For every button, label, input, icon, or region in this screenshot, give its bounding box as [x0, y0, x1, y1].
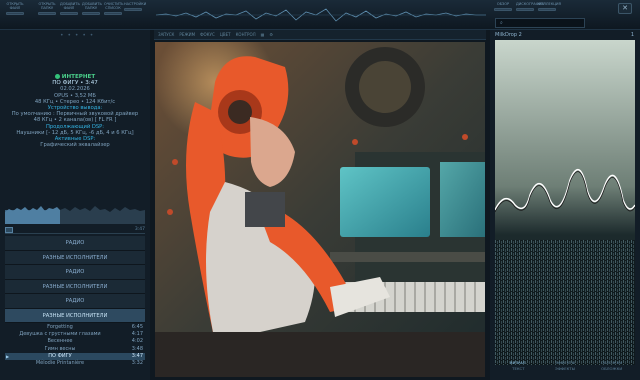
play-icon[interactable]: [5, 227, 13, 233]
track-duration: 6:45: [131, 324, 143, 330]
artwork-tool[interactable]: ЗАПУСК: [158, 32, 174, 37]
track-duration: 3:48: [131, 345, 143, 352]
track-duration: 4:17: [131, 331, 143, 338]
visualizer-title: MilkDrop 2: [495, 32, 522, 38]
tab-covers-2[interactable]: ОБЛОЖКИ: [589, 366, 635, 372]
toolbar-button-overview[interactable]: ОБЗОР: [494, 2, 512, 11]
toolbar-settings-group: НАСТРОЙКИ: [124, 2, 146, 11]
track-title: ПО ФИГУ: [48, 352, 72, 359]
now-playing-info: ИНТЕРНЕТ ПО ФИГУ • 3:47 02.02.2026 OPUS …: [0, 74, 150, 148]
status-dot-icon: [54, 74, 60, 79]
top-waveform[interactable]: [156, 6, 486, 24]
seekbar-waveform[interactable]: [5, 202, 145, 224]
elapsed-time: 3:47: [134, 227, 145, 232]
playlist-groups: РАДИО РАЗНЫЕ ИСПОЛНИТЕЛИ РАДИО РАЗНЫЕ ИС…: [5, 236, 145, 323]
close-button[interactable]: ✕: [618, 3, 632, 14]
playlist-group[interactable]: РАЗНЫЕ ИСПОЛНИТЕЛИ: [5, 279, 145, 294]
track-title: Весеннее: [47, 338, 73, 345]
visualizer-tabs: ВИЗУАЛ. ЭФФЕКТЫ ОБЛОЖКИ ТЕКСТ ЭФФЕКТЫ ОБ…: [495, 360, 635, 372]
visualizer-panel: ⌕ MilkDrop 2 1 ВИЗУАЛ. ЭФФЕКТЫ ОБЛОЖКИ Т…: [490, 18, 640, 380]
toolbar-button-add-file[interactable]: ДОБАВИТЬ ФАЙЛ: [60, 2, 80, 15]
artwork-toolbar: ЗАПУСК РЕЖИМ ФОКУС ЦВЕТ КОНТРОЛ ▦ ⚙: [154, 30, 486, 40]
toolbar-button-settings[interactable]: НАСТРОЙКИ: [124, 2, 146, 11]
track-row[interactable]: Гимн весны 3:48: [5, 346, 145, 353]
track-row[interactable]: Весеннее 4:02: [5, 338, 145, 345]
track-duration: 3:47: [131, 352, 143, 359]
search-icon: ⌕: [500, 20, 503, 26]
drag-handle-icon[interactable]: • • • • •: [60, 32, 94, 39]
artwork-panel: ЗАПУСК РЕЖИМ ФОКУС ЦВЕТ КОНТРОЛ ▦ ⚙: [150, 30, 490, 380]
grid-icon[interactable]: ▦: [261, 32, 265, 37]
toolbar-left-group: ОТКРЫТЬ ФАЙЛ: [6, 2, 24, 15]
toolbar-button-discography[interactable]: ДИСКОГРАФИЯ: [516, 2, 544, 11]
track-title: Гимн весны: [44, 345, 76, 352]
artwork-tool[interactable]: ЦВЕТ: [220, 32, 231, 37]
toolbar-button-open-file[interactable]: ОТКРЫТЬ ФАЙЛ: [6, 2, 24, 15]
playback-progress[interactable]: 3:47: [5, 226, 145, 234]
left-panel: • • • • • ИНТЕРНЕТ ПО ФИГУ • 3:47 02.02.…: [0, 30, 150, 380]
artwork-tool[interactable]: РЕЖИМ: [179, 32, 195, 37]
track-row[interactable]: Mélodie Printanière 3:32: [5, 360, 145, 367]
tab-effects-2[interactable]: ЭФФЕКТЫ: [542, 366, 588, 372]
toolbar-button-collection[interactable]: КОЛЛЕКЦИЯ: [538, 2, 561, 11]
playlist-group[interactable]: РАДИО: [5, 265, 145, 280]
track-row[interactable]: Девушка с грустными глазами 4:17: [5, 331, 145, 338]
artwork-tool[interactable]: ФОКУС: [200, 32, 215, 37]
preset-number: 1: [630, 32, 634, 38]
tab-lyrics[interactable]: ТЕКСТ: [495, 366, 541, 372]
track-duration: 4:02: [131, 338, 143, 345]
track-title: Mélodie Printanière: [35, 359, 85, 366]
toolbar-right-group: ОБЗОР ДИСКОГРАФИЯ КОЛЛЕКЦИЯ: [494, 2, 561, 11]
playlist-group[interactable]: РАДИО: [5, 236, 145, 251]
close-icon: ✕: [622, 4, 628, 12]
active-dsp-value: Графический эквалайзер: [40, 142, 110, 149]
playlist-group-selected[interactable]: РАЗНЫЕ ИСПОЛНИТЕЛИ: [5, 308, 145, 323]
settings-icon[interactable]: ⚙: [269, 32, 273, 37]
playlist-group[interactable]: РАДИО: [5, 294, 145, 309]
toolbar-button-add-folder[interactable]: ДОБАВИТЬ ПАПКУ: [82, 2, 102, 15]
track-title: Девушка с грустными глазами: [19, 331, 101, 338]
track-row[interactable]: Forgetting 6:45: [5, 324, 145, 331]
track-row-playing[interactable]: ПО ФИГУ 3:47: [5, 352, 145, 360]
artwork-tool[interactable]: КОНТРОЛ: [236, 32, 256, 37]
toolbar-button-clear[interactable]: ОЧИСТИТЬ СПИСОК: [104, 2, 124, 15]
track-list: Forgetting 6:45 Девушка с грустными глаза…: [5, 324, 145, 367]
track-duration: 3:32: [131, 359, 143, 366]
track-title: Forgetting: [47, 324, 73, 330]
playlist-group[interactable]: РАЗНЫЕ ИСПОЛНИТЕЛИ: [5, 250, 145, 265]
search-input[interactable]: ⌕: [495, 18, 585, 28]
toolbar-left-group-2: ОТКРЫТЬ ПАПКУ ДОБАВИТЬ ФАЙЛ ДОБАВИТЬ ПАП…: [38, 2, 124, 15]
album-art: [155, 42, 485, 377]
milkdrop-visualization[interactable]: [495, 40, 635, 365]
toolbar-button-open-folder[interactable]: ОТКРЫТЬ ПАПКУ: [38, 2, 56, 15]
